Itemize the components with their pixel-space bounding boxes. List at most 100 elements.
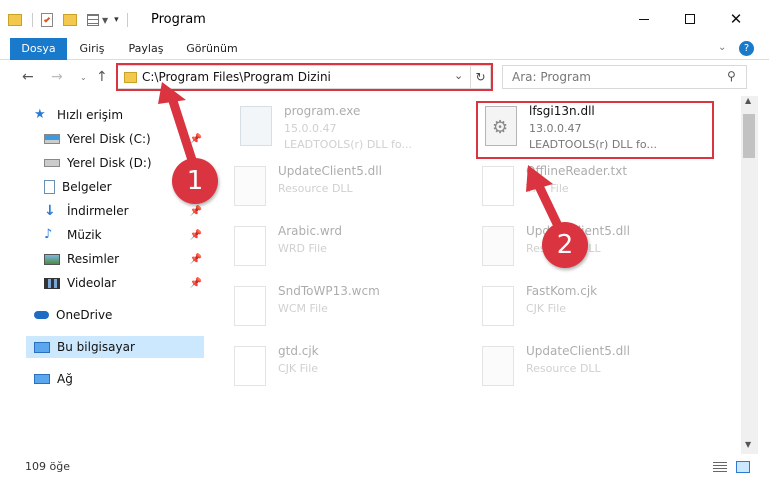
file-description: LEADTOOLS(r) DLL fo... xyxy=(284,138,412,151)
minimize-button[interactable] xyxy=(621,0,667,38)
item-count: 109 öğe xyxy=(25,460,70,473)
separator xyxy=(126,13,128,27)
file-item[interactable]: UpdateClient5.dll Resource DLL xyxy=(476,340,721,396)
pin-icon[interactable]: 📌 xyxy=(190,206,202,217)
chevron-down-icon[interactable]: ▼ xyxy=(102,16,108,25)
file-name: OfflineReader.txt xyxy=(526,164,628,178)
scroll-up-icon[interactable]: ▲ xyxy=(745,96,751,105)
sidebar-item-downloads[interactable]: ↓ İndirmeler 📌 xyxy=(44,200,204,222)
documents-icon xyxy=(44,180,55,194)
file-item[interactable]: UpdateClient5.dll Resource DLL xyxy=(228,160,473,216)
maximize-button[interactable] xyxy=(667,0,713,38)
blank-file-icon xyxy=(234,346,266,386)
file-item[interactable]: UpdateClient5.dll Resource DLL xyxy=(476,220,721,276)
sidebar-item-onedrive[interactable]: OneDrive xyxy=(34,304,204,326)
dll-gear-file-icon xyxy=(234,166,266,206)
file-type: Resource DLL xyxy=(278,182,353,195)
maximize-icon xyxy=(685,14,695,24)
sidebar-item-label: İndirmeler xyxy=(67,204,129,218)
highlight-box-file xyxy=(476,101,714,159)
tab-gorunum[interactable]: Görünüm xyxy=(182,38,242,60)
separator xyxy=(32,13,33,27)
sidebar-item-label: Bu bilgisayar xyxy=(57,340,135,354)
file-item[interactable]: FastKom.cjk CJK File xyxy=(476,280,721,336)
file-item[interactable]: SndToWP13.wcm WCM File xyxy=(228,280,473,336)
properties-icon[interactable] xyxy=(41,13,53,27)
blank-file-icon xyxy=(234,226,266,266)
quick-access-toolbar: ▼ ▾ xyxy=(8,10,128,30)
sidebar-item-label: OneDrive xyxy=(56,308,113,322)
highlight-box-address xyxy=(116,63,493,91)
file-item[interactable]: Arabic.wrd WRD File xyxy=(228,220,473,276)
pin-icon[interactable]: 📌 xyxy=(190,134,202,145)
sidebar-item-videos[interactable]: Videolar 📌 xyxy=(44,272,204,294)
file-type: Resource DLL xyxy=(526,362,601,375)
sidebar-item-label: Yerel Disk (C:) xyxy=(67,132,151,146)
vertical-scrollbar[interactable]: ▲ ▼ xyxy=(741,96,758,454)
details-view-icon[interactable] xyxy=(713,462,727,472)
file-type: CJK File xyxy=(278,362,319,375)
tab-dosya[interactable]: Dosya xyxy=(10,38,67,60)
customize-icon[interactable]: ▾ xyxy=(114,15,119,25)
search-icon[interactable]: ⚲ xyxy=(727,69,736,83)
blank-file-icon xyxy=(234,286,266,326)
search-input[interactable]: Ara: Program ⚲ xyxy=(502,65,747,89)
tiles-view-icon[interactable] xyxy=(736,461,750,473)
minimize-icon xyxy=(639,18,649,20)
bottom-bar xyxy=(0,478,769,497)
tab-giris[interactable]: Giriş xyxy=(72,38,112,60)
forward-arrow-icon[interactable]: → xyxy=(51,69,63,85)
sidebar-item-label: Ağ xyxy=(57,372,73,386)
sidebar-item-label: Resimler xyxy=(67,252,120,266)
file-name: program.exe xyxy=(284,104,361,118)
drive-icon xyxy=(44,134,60,144)
file-type: WCM File xyxy=(278,302,328,315)
sidebar-item-pictures[interactable]: Resimler 📌 xyxy=(44,248,204,270)
sidebar-item-this-pc[interactable]: Bu bilgisayar xyxy=(26,336,204,358)
videos-icon xyxy=(44,277,60,289)
sidebar-item-network[interactable]: Ağ xyxy=(34,368,204,390)
recent-locations-icon[interactable]: ⌄ xyxy=(80,73,87,82)
tab-paylas[interactable]: Paylaş xyxy=(122,38,170,60)
network-icon xyxy=(34,374,50,384)
pin-icon[interactable]: 📌 xyxy=(190,278,202,289)
annotation-badge-2: 2 xyxy=(542,222,588,268)
cloud-icon xyxy=(34,311,49,319)
sidebar-item-label: Belgeler xyxy=(62,180,112,194)
sidebar-item-music[interactable]: ♪ Müzik 📌 xyxy=(44,224,204,246)
sidebar-item-quick-access[interactable]: ★ Hızlı erişim xyxy=(34,104,238,126)
file-type: WRD File xyxy=(278,242,327,255)
sidebar-item-label: Hızlı erişim xyxy=(57,108,124,122)
file-item[interactable]: OfflineReader.txt TXT File xyxy=(476,160,721,216)
scrollbar-thumb[interactable] xyxy=(743,114,755,158)
file-version: 15.0.0.47 xyxy=(284,122,337,135)
pin-icon[interactable]: 📌 xyxy=(190,230,202,241)
view-options-icon[interactable] xyxy=(87,14,99,26)
sidebar-item-label: Yerel Disk (D:) xyxy=(67,156,152,170)
folder-icon[interactable] xyxy=(8,14,22,26)
pin-icon[interactable]: 📌 xyxy=(190,254,202,265)
sidebar-item-label: Müzik xyxy=(67,228,102,242)
file-type: CJK File xyxy=(526,302,567,315)
file-item[interactable]: gtd.cjk CJK File xyxy=(228,340,473,396)
ribbon-tabs: Dosya Giriş Paylaş Görünüm ⌄ ? xyxy=(0,38,769,60)
title-bar: ▼ ▾ Program ✕ xyxy=(0,0,769,38)
status-bar: 109 öğe xyxy=(0,456,769,478)
new-folder-icon[interactable] xyxy=(63,14,77,26)
expand-ribbon-button[interactable]: ⌄ xyxy=(718,42,726,53)
window-title: Program xyxy=(151,12,206,27)
sidebar-item-local-disk-c[interactable]: Yerel Disk (C:) 📌 xyxy=(44,128,204,150)
help-icon[interactable]: ? xyxy=(739,41,754,56)
scroll-down-icon[interactable]: ▼ xyxy=(745,440,751,449)
file-item[interactable]: program.exe 15.0.0.47 LEADTOOLS(r) DLL f… xyxy=(234,100,479,156)
close-button[interactable]: ✕ xyxy=(713,0,759,38)
blank-file-icon xyxy=(482,286,514,326)
file-name: UpdateClient5.dll xyxy=(526,344,630,358)
file-name: Arabic.wrd xyxy=(278,224,343,238)
text-file-icon xyxy=(482,166,514,206)
back-arrow-icon[interactable]: ← xyxy=(22,69,34,85)
sidebar-item-label: Videolar xyxy=(67,276,117,290)
up-arrow-icon[interactable]: ↑ xyxy=(96,69,108,85)
exe-file-icon xyxy=(240,106,272,146)
drive-icon xyxy=(44,159,60,167)
